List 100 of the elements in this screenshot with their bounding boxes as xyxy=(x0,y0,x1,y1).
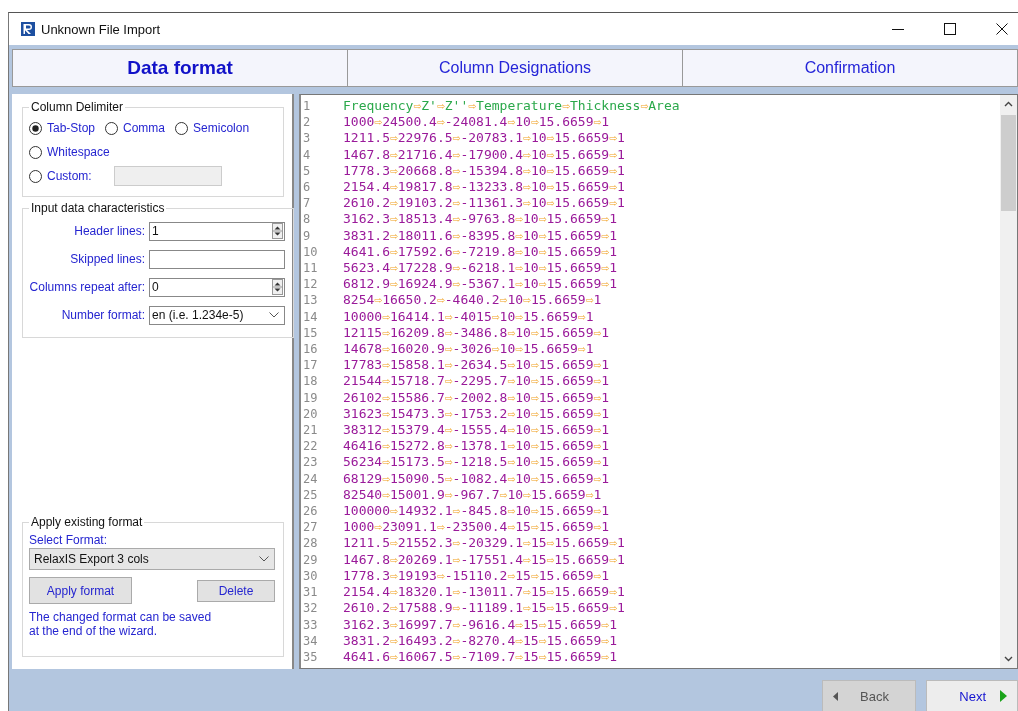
radio-button[interactable] xyxy=(29,169,42,183)
line-number: 18 xyxy=(302,373,319,390)
code-line: 10000⇨16414.1⇨-4015⇨10⇨15.6659⇨1 xyxy=(343,308,594,325)
field-label: Skipped lines: xyxy=(69,252,146,266)
tab[interactable]: Column Designations xyxy=(347,50,682,86)
spinner-icon[interactable] xyxy=(272,223,283,239)
code-line: 14678⇨16020.9⇨-3026⇨10⇨15.6659⇨1 xyxy=(343,341,594,358)
line-number: 28 xyxy=(302,535,319,552)
code-line: 1211.5⇨22976.5⇨-20783.1⇨10⇨15.6659⇨1 xyxy=(343,130,625,147)
scroll-down-icon[interactable] xyxy=(1004,656,1013,662)
field-label: Header lines: xyxy=(73,224,146,238)
scroll-up-icon[interactable] xyxy=(1004,101,1013,107)
play-icon xyxy=(1000,690,1007,702)
code-line: 38312⇨15379.4⇨-1555.4⇨10⇨15.6659⇨1 xyxy=(343,422,610,439)
code-line: 56234⇨15173.5⇨-1218.5⇨10⇨15.6659⇨1 xyxy=(343,454,610,471)
code-line: 31623⇨15473.3⇨-1753.2⇨10⇨15.6659⇨1 xyxy=(343,405,610,423)
radio-button[interactable] xyxy=(105,121,119,135)
code-line: 46416⇨15272.8⇨-1378.1⇨10⇨15.6659⇨1 xyxy=(343,438,610,455)
code-line: 4641.6⇨17592.6⇨-7219.8⇨10⇨15.6659⇨1 xyxy=(343,243,617,261)
dropdown[interactable]: en (i.e. 1.234e-5) xyxy=(149,305,285,325)
radio-button[interactable] xyxy=(29,145,42,159)
group-title: Column Delimiter xyxy=(30,100,125,114)
maximize-icon[interactable] xyxy=(944,23,956,35)
spin-field[interactable]: 1 xyxy=(149,221,285,241)
code-line: 8254⇨16650.2⇨-4640.2⇨10⇨15.6659⇨1 xyxy=(343,292,602,309)
code-line: 1467.8⇨20269.1⇨-17551.4⇨15⇨15.6659⇨1 xyxy=(343,551,625,568)
line-number: 27 xyxy=(302,519,319,536)
code-line: 4641.6⇨16067.5⇨-7109.7⇨15⇨15.6659⇨1 xyxy=(343,648,617,666)
line-number: 24 xyxy=(302,470,319,487)
code-line: 1000⇨23091.1⇨-23500.4⇨15⇨15.6659⇨1 xyxy=(343,519,610,536)
left-triangle-icon xyxy=(833,691,838,701)
scroll-thumb[interactable] xyxy=(1001,115,1016,211)
field-label: Number format: xyxy=(60,308,146,322)
field-label: Columns repeat after: xyxy=(29,280,146,294)
line-number: 19 xyxy=(302,389,319,406)
app-icon xyxy=(21,22,35,36)
code-line: Frequency⇨Z'⇨Z''⇨Temperature⇨Thickness⇨Area xyxy=(343,98,680,115)
line-number: 33 xyxy=(302,616,319,633)
line-number: 13 xyxy=(302,292,319,309)
code-line: 82540⇨15001.9⇨-967.7⇨10⇨15.6659⇨1 xyxy=(343,486,602,504)
radio-button[interactable] xyxy=(29,121,42,135)
code-line: 3162.3⇨16997.7⇨-9616.4⇨15⇨15.6659⇨1 xyxy=(343,616,617,633)
line-number: 26 xyxy=(302,503,319,520)
delete-button[interactable]: Delete xyxy=(197,580,275,602)
code-line: 3831.2⇨18011.6⇨-8395.8⇨10⇨15.6659⇨1 xyxy=(343,227,617,244)
code-line: 3162.3⇨18513.4⇨-9763.8⇨10⇨15.6659⇨1 xyxy=(343,211,617,228)
line-number: 20 xyxy=(302,405,319,423)
chevron-down-icon xyxy=(269,312,279,318)
chevron-down-icon xyxy=(259,556,269,562)
tab[interactable]: Data format xyxy=(13,50,347,86)
scrollbar[interactable] xyxy=(1000,95,1017,668)
line-number: 4 xyxy=(302,146,312,163)
tab[interactable]: Confirmation xyxy=(682,50,1017,86)
line-number: 22 xyxy=(302,438,319,455)
code-line: 68129⇨15090.5⇨-1082.4⇨10⇨15.6659⇨1 xyxy=(343,470,610,487)
radio-option[interactable]: Whitespace xyxy=(29,145,110,159)
spinner-icon[interactable] xyxy=(272,279,283,295)
line-number: 5 xyxy=(302,162,312,179)
code-line: 2610.2⇨17588.9⇨-11189.1⇨15⇨15.6659⇨1 xyxy=(343,600,625,617)
apply-format-button[interactable]: Apply format xyxy=(29,577,132,604)
line-number: 21 xyxy=(302,422,319,439)
info-text: The changed format can be saved at the end of the wizard. xyxy=(29,610,213,640)
code-line: 1778.3⇨19193⇨-15110.2⇨15⇨15.6659⇨1 xyxy=(343,567,610,585)
line-number: 15 xyxy=(302,324,319,342)
back-button[interactable]: Back xyxy=(822,680,916,711)
code-line: 26102⇨15586.7⇨-2002.8⇨10⇨15.6659⇨1 xyxy=(343,389,610,406)
code-line: 5623.4⇨17228.9⇨-6218.1⇨10⇨15.6659⇨1 xyxy=(343,260,617,277)
code-line: 1211.5⇨21552.3⇨-20329.1⇨15⇨15.6659⇨1 xyxy=(343,535,625,552)
line-number: 30 xyxy=(302,567,319,585)
line-number: 34 xyxy=(302,632,319,649)
line-number: 6 xyxy=(302,179,312,196)
line-number: 9 xyxy=(302,227,312,244)
radio-button[interactable] xyxy=(175,121,189,135)
spin-field[interactable]: 0 xyxy=(149,277,285,297)
line-number: 31 xyxy=(302,584,319,601)
radio-option[interactable]: Tab-Stop xyxy=(29,121,96,135)
next-button[interactable]: Next xyxy=(926,680,1018,711)
code-line: 6812.9⇨16924.9⇨-5367.1⇨10⇨15.6659⇨1 xyxy=(343,276,617,293)
code-line: 1467.8⇨21716.4⇨-17900.4⇨10⇨15.6659⇨1 xyxy=(343,146,625,163)
line-number: 32 xyxy=(302,600,319,617)
line-number: 29 xyxy=(302,551,319,568)
line-number: 11 xyxy=(302,260,319,277)
close-icon[interactable] xyxy=(996,23,1008,35)
code-line: 17783⇨15858.1⇨-2634.5⇨10⇨15.6659⇨1 xyxy=(343,357,610,374)
code-line: 1000⇨24500.4⇨-24081.4⇨10⇨15.6659⇨1 xyxy=(343,114,610,131)
radio-option[interactable]: Custom: xyxy=(29,169,92,183)
line-number: 7 xyxy=(302,195,312,212)
code-line: 2154.4⇨19817.8⇨-13233.8⇨10⇨15.6659⇨1 xyxy=(343,179,625,196)
line-number: 14 xyxy=(302,308,319,325)
custom-delimiter-field[interactable] xyxy=(113,166,222,186)
radio-option[interactable]: Semicolon xyxy=(175,121,250,135)
format-dropdown[interactable]: RelaxIS Export 3 cols xyxy=(29,548,275,570)
code-line: 100000⇨14932.1⇨-845.8⇨10⇨15.6659⇨1 xyxy=(343,503,610,520)
input-field[interactable] xyxy=(149,249,285,269)
code-line: 12115⇨16209.8⇨-3486.8⇨10⇨15.6659⇨1 xyxy=(343,324,610,342)
code-line: 3831.2⇨16493.2⇨-8270.4⇨15⇨15.6659⇨1 xyxy=(343,632,617,649)
line-number: 2 xyxy=(302,114,312,131)
radio-option[interactable]: Comma xyxy=(105,121,166,135)
group-title: Input data characteristics xyxy=(30,201,166,215)
line-number: 23 xyxy=(302,454,319,471)
